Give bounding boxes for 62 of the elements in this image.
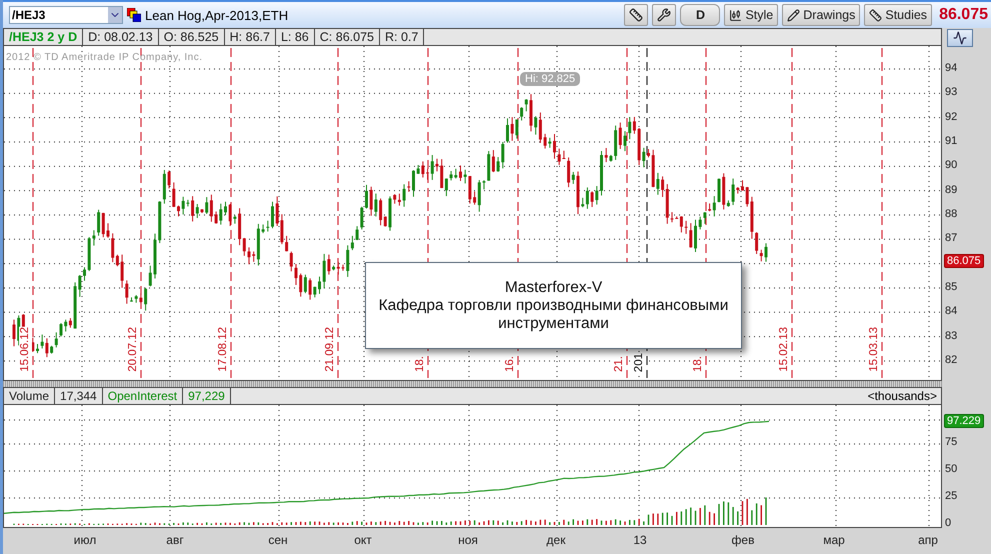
date-label: 21. xyxy=(613,356,626,372)
axis-label: 75 xyxy=(945,436,958,448)
axis-label: 94 xyxy=(945,62,958,74)
legend-label: OpenInterest xyxy=(102,388,184,404)
month-label: дек xyxy=(546,533,566,547)
month-label: окт xyxy=(354,533,372,547)
toolbar-button[interactable]: Studies xyxy=(864,4,932,26)
month-label: ноя xyxy=(458,533,478,547)
axis-label: 92 xyxy=(945,110,958,123)
date-label: 15.02.13 xyxy=(778,327,791,372)
axis-label: 90 xyxy=(945,159,958,172)
axis-label: 85 xyxy=(945,280,958,293)
date-label: 16. xyxy=(504,356,517,372)
date-label: 17.08.12 xyxy=(217,327,230,372)
axis-label: 83 xyxy=(945,330,958,342)
ohlc-field: L: 86 xyxy=(276,29,315,45)
instrument-description: Lean Hog,Apr-2013,ETH xyxy=(145,8,288,22)
date-label: 15.03.13 xyxy=(868,327,881,372)
date-label: 201 xyxy=(633,352,646,372)
last-price: 86.075 xyxy=(938,6,989,24)
legend-value: 17,344 xyxy=(55,388,103,404)
axis-label: 88 xyxy=(945,208,958,220)
copyright-text: 2012 © TD Ameritrade IP Company, Inc. xyxy=(6,52,203,63)
legend-label: Volume xyxy=(4,388,56,404)
date-label: 18. xyxy=(692,356,705,372)
axis-label: 84 xyxy=(945,305,958,318)
axis-label: 93 xyxy=(945,86,958,98)
axis-label: 50 xyxy=(945,463,958,475)
date-label: 18. xyxy=(414,356,427,372)
current-value-badge: 97.229 xyxy=(944,414,984,428)
note-title: Masterforex-V xyxy=(504,278,602,296)
current-price-badge: 86.075 xyxy=(944,254,984,268)
month-label: 13 xyxy=(633,533,647,547)
axis-label: 87 xyxy=(945,232,958,244)
month-label: авг xyxy=(166,533,184,547)
toolbar-button[interactable]: Style xyxy=(724,4,778,26)
month-label: сен xyxy=(268,533,288,547)
axis-label: 89 xyxy=(945,184,958,196)
units-label: <thousands> xyxy=(868,388,938,404)
ohlc-field: R: 0.7 xyxy=(380,29,424,45)
date-label: 15.06.12 xyxy=(19,327,32,372)
month-label: июл xyxy=(74,533,96,547)
ohlc-field: D: 08.02.13 xyxy=(83,29,159,45)
axis-label: 25 xyxy=(945,490,958,502)
month-label: мар xyxy=(823,533,845,547)
ohlc-field: H: 86.7 xyxy=(224,29,276,45)
symbol-field[interactable]: /HEJ3 xyxy=(9,6,123,24)
ohlc-field: C: 86.075 xyxy=(314,29,380,45)
axis-label: 82 xyxy=(945,354,958,366)
date-label: 20.07.12 xyxy=(127,327,140,372)
high-label: Hi: 92.825 xyxy=(520,72,580,86)
period-button[interactable]: D xyxy=(680,4,720,26)
axis-label: 0 xyxy=(945,517,952,529)
chart-title: /HEJ3 2 y D xyxy=(4,29,84,45)
date-label: 21.09.12 xyxy=(324,327,337,372)
note-text: Кафедра торговли производными финансовыми инструментами xyxy=(378,296,730,332)
ohlc-field: O: 86.525 xyxy=(158,29,225,45)
toolbar-button[interactable]: Drawings xyxy=(782,4,860,26)
month-label: фев xyxy=(732,533,754,547)
month-label: апр xyxy=(918,533,938,547)
axis-label: 91 xyxy=(945,134,958,147)
legend-value: 97,229 xyxy=(183,388,231,404)
